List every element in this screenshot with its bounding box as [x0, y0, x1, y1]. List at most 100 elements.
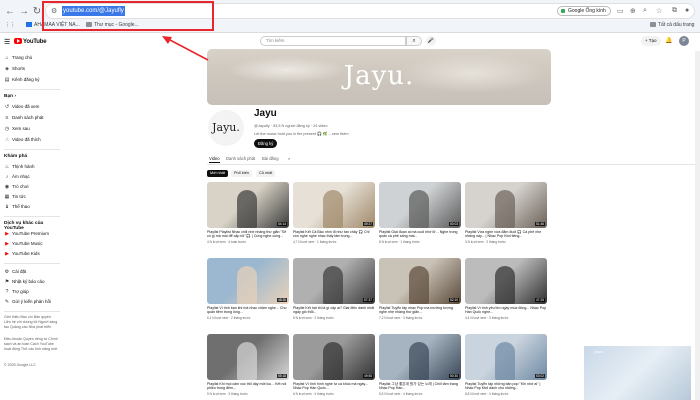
sidebar-item-report-history[interactable]: ⚑ Nhật ký báo cáo	[4, 278, 45, 285]
chip-oldest[interactable]: Cũ nhất	[256, 170, 276, 177]
home-icon: ⌂	[5, 55, 9, 61]
youtube-logo[interactable]: YouTube	[14, 38, 47, 45]
sidebar-item-shorts[interactable]: ◈ Shorts	[4, 65, 25, 72]
footer-links-secondary[interactable]: Điều khoản Quyền riêng tư Chính sách và …	[4, 337, 58, 352]
sidebar-section-you[interactable]: Bạn ›	[4, 94, 16, 99]
sidebar-item-feedback[interactable]: ✎ Gửi ý kiến phản hồi	[4, 298, 51, 305]
history-icon: ↺	[4, 104, 10, 110]
sidebar-item-news[interactable]: ▦ Tin tức	[4, 193, 26, 200]
thumbnail-figure	[237, 342, 257, 380]
video-thumbnail[interactable]: 54:14	[207, 182, 289, 228]
bookmark-item[interactable]: Thư mục - Google...	[86, 22, 139, 29]
video-title[interactable]: Playlist Playlist Nhạc chill nhẹ nhàng t…	[207, 230, 289, 239]
sidebar-item-sports[interactable]: ♝ Thể thao	[4, 203, 30, 210]
video-thumbnail[interactable]: 48:36	[207, 258, 289, 304]
video-thumbnail[interactable]: 49:55	[293, 334, 375, 380]
tab-posts[interactable]: Bài đăng	[262, 155, 279, 162]
apps-icon[interactable]: ⋮⋮	[5, 22, 15, 29]
chip-latest[interactable]: Mới nhất	[207, 170, 228, 177]
video-thumbnail[interactable]: 51:46	[465, 182, 547, 228]
sidebar-item-history[interactable]: ↺ Video đã xem	[4, 103, 40, 110]
video-thumbnail[interactable]: 55:18	[207, 334, 289, 380]
thumbnail-figure	[409, 342, 429, 380]
sidebar-item-premium[interactable]: ▶ YouTube Premium	[4, 230, 49, 237]
video-meta: 5 N lượt xem · 2 tháng trước	[293, 316, 334, 320]
bookmark-star-icon[interactable]: ☆	[656, 7, 662, 15]
site-info-icon[interactable]: ⚙	[51, 7, 57, 15]
divider	[4, 263, 60, 264]
video-thumbnail[interactable]: 53:02	[465, 334, 547, 380]
video-title[interactable]: Playlist 그냥 좋은데 뭔가 있는 노래 | Chill tâm trạ…	[379, 382, 461, 391]
search-input[interactable]: Tìm kiếm	[260, 36, 406, 46]
cast-icon[interactable]: ▭	[617, 7, 624, 15]
mic-icon[interactable]: 🎤	[426, 36, 436, 46]
sidebar-item-watch-later[interactable]: ◷ Xem sau	[4, 125, 30, 132]
zoom-icon[interactable]: ⌕	[643, 7, 647, 15]
profile-icon[interactable]: ●	[685, 7, 689, 14]
page-scrollbar[interactable]	[695, 51, 700, 400]
menu-icon[interactable]: ☰	[4, 38, 10, 46]
sidebar-item-settings[interactable]: ⚙ Cài đặt	[4, 268, 27, 275]
video-title[interactable]: Playlist Khi mọi cảm xúc trỗi dậy một lú…	[207, 382, 289, 391]
video-title[interactable]: Playlist Vì tình bạn khi mà nhạc chậm ng…	[207, 306, 289, 315]
address-bar[interactable]: ⚙ youtube.com/@Jayufly Google Ống kính ▭…	[45, 3, 695, 19]
tab-playlists[interactable]: Danh sách phát	[226, 155, 255, 162]
video-title[interactable]: Playlist Tuyển tập nhạc Pop ma mường tượ…	[379, 306, 461, 315]
flag-icon: ⚑	[4, 279, 10, 285]
video-thumbnail[interactable]: 47:25	[465, 258, 547, 304]
sidebar-item-subscriptions[interactable]: ▤ Kênh đăng ký	[4, 76, 40, 83]
avatar[interactable]: P	[679, 36, 689, 46]
tab-videos[interactable]: Video	[209, 155, 220, 163]
chip-popular[interactable]: Phổ biến	[231, 170, 252, 177]
bell-icon[interactable]: 🔔	[665, 37, 672, 44]
sidebar-item-help[interactable]: ? Trợ giúp	[4, 288, 29, 295]
video-thumbnail[interactable]: 50:03	[379, 182, 461, 228]
youtube-play-icon	[14, 38, 22, 44]
sidebar-item-yt-music[interactable]: ▶ YouTube Music	[4, 240, 43, 247]
extensions-icon[interactable]: ⧉	[672, 7, 677, 15]
search-button[interactable]: ⌕	[406, 36, 422, 46]
url-text[interactable]: youtube.com/@Jayufly	[62, 6, 125, 16]
video-title[interactable]: Playlist Kết Cá Bảo nhìn đi như tan chảy…	[293, 230, 375, 239]
search-icon[interactable]: ⌕	[288, 155, 290, 162]
trending-icon: ♨	[4, 164, 10, 170]
back-icon[interactable]: ←	[4, 6, 16, 18]
banner-title: Jayu.	[343, 61, 415, 91]
video-title[interactable]: Playlist Kết hạt tôi là gì cặp ai? Giai …	[293, 306, 375, 315]
news-icon: ▦	[4, 194, 10, 200]
bookmarks-bar: ⋮⋮ AHAMAA VIỆT NA... Thư mục - Google...…	[0, 19, 700, 32]
video-title[interactable]: Playlist Vì tình yêu tìm ngày mùa đông..…	[465, 306, 547, 315]
sidebar-item-yt-kids[interactable]: ▶ YouTube Kids	[4, 250, 40, 257]
subscribe-button[interactable]: Đăng ký	[254, 139, 278, 148]
video-title[interactable]: Playlist Tuyển tập những bản pop "Khi nh…	[465, 382, 547, 391]
bookmark-item[interactable]: AHAMAA VIỆT NA...	[26, 22, 80, 29]
video-title[interactable]: Playlist Giai đoạn ai mà cuối nhớ lữ... …	[379, 230, 461, 239]
feedback-icon: ✎	[4, 299, 10, 305]
video-thumbnail[interactable]: 57:37	[293, 258, 375, 304]
gear-icon: ⚙	[4, 269, 10, 275]
sidebar-item-home[interactable]: ⌂ Trang chủ	[4, 54, 32, 61]
video-title[interactable]: Playlist Vừa nghe vừa đắm đuối 🎧 Cà phê …	[465, 230, 547, 239]
miniplayer-thumbnail[interactable]	[584, 346, 691, 400]
tab-divider	[207, 164, 697, 165]
thumbnail-figure	[495, 342, 515, 380]
create-button[interactable]: + Tạo	[641, 36, 661, 46]
video-title[interactable]: Playlist Vì tình hình nghe tự ca khúc mà…	[293, 382, 375, 391]
all-bookmarks[interactable]: Tất cả dấu trang	[650, 22, 694, 29]
sidebar-item-music[interactable]: ♪ Âm nhạc	[4, 173, 30, 180]
channel-description[interactable]: Let the music hold you in the present 🎧 …	[254, 131, 349, 136]
google-lens-button[interactable]: Google Ống kính	[557, 6, 611, 16]
sidebar-item-playlists[interactable]: ≡ Danh sách phát	[4, 114, 44, 121]
translate-icon[interactable]: ⊕	[630, 7, 636, 15]
video-thumbnail[interactable]: 50:30	[379, 334, 461, 380]
video-thumbnail[interactable]: 49:27	[293, 182, 375, 228]
sidebar-item-liked[interactable]: ☝ Video đã thích	[4, 136, 40, 143]
sidebar-item-gaming[interactable]: ◉ Trò chơi	[4, 183, 29, 190]
video-thumbnail[interactable]: 52:10	[379, 258, 461, 304]
sidebar-item-trending[interactable]: ♨ Thịnh hành	[4, 163, 35, 170]
forward-icon[interactable]: →	[18, 6, 30, 18]
video-meta: 4 N lượt xem · 4 tuần trước	[207, 240, 246, 244]
footer-links[interactable]: Giới thiệu Báo chí Bản quyền Liên hệ với…	[4, 315, 58, 330]
video-duration: 55:18	[277, 374, 287, 378]
reload-icon[interactable]: ↻	[31, 6, 43, 18]
